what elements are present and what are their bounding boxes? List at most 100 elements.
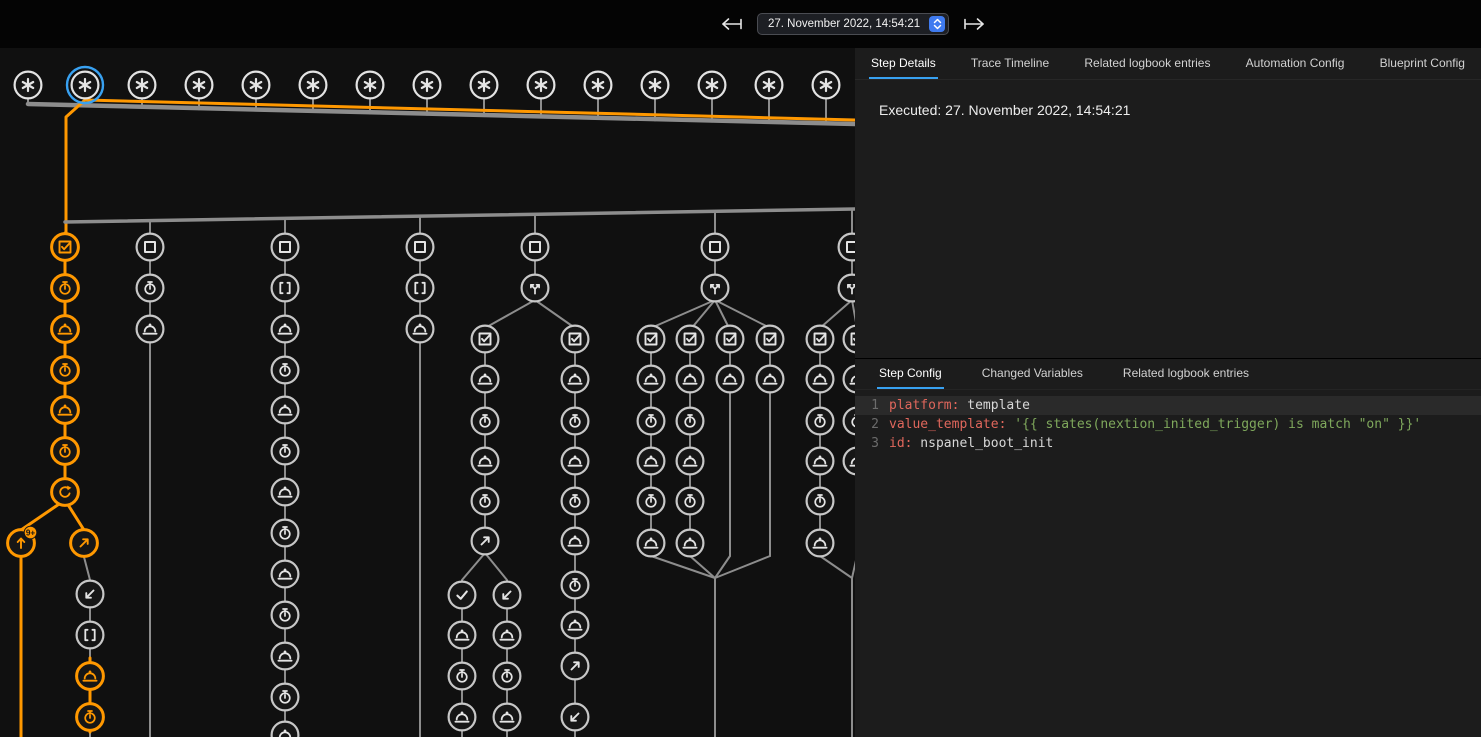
trigger-asterisk-node[interactable] (528, 72, 555, 99)
delay-node[interactable] (52, 438, 79, 465)
service-node[interactable] (807, 530, 834, 557)
yaml-editor[interactable]: 1platform: template2value_template: '{{ … (855, 396, 1481, 453)
condition-node[interactable] (844, 326, 855, 353)
brackets-node[interactable] (272, 275, 299, 302)
service-node[interactable] (272, 561, 299, 588)
service-node[interactable] (677, 366, 704, 393)
trigger-asterisk-node[interactable] (357, 72, 384, 99)
trigger-asterisk-node[interactable] (471, 72, 498, 99)
tab-step-details[interactable]: Step Details (869, 56, 938, 79)
trace-graph[interactable]: 9+ (0, 0, 855, 737)
choose-node[interactable] (702, 275, 729, 302)
previous-run-button[interactable] (718, 13, 746, 35)
brackets-node[interactable] (407, 275, 434, 302)
delay-node[interactable] (272, 357, 299, 384)
code-line[interactable]: 1platform: template (855, 396, 1481, 415)
arrow-down-left-node[interactable] (494, 582, 521, 609)
delay-node[interactable] (494, 663, 521, 690)
condition-node[interactable] (52, 234, 79, 261)
arrow-down-left-node[interactable] (77, 581, 104, 608)
trigger-asterisk-node[interactable] (756, 72, 783, 99)
delay-node[interactable] (449, 663, 476, 690)
delay-node[interactable] (807, 488, 834, 515)
square-node[interactable] (272, 234, 299, 261)
arrow-up-right-node[interactable] (71, 530, 98, 557)
service-node[interactable] (472, 448, 499, 475)
trigger-asterisk-node[interactable] (15, 72, 42, 99)
square-node[interactable] (522, 234, 549, 261)
condition-node[interactable] (717, 326, 744, 353)
service-node[interactable] (844, 366, 855, 393)
condition-node[interactable] (807, 326, 834, 353)
arrow-up-right-node[interactable] (472, 528, 499, 555)
service-node[interactable] (562, 612, 589, 639)
service-node[interactable] (52, 316, 79, 343)
delay-node[interactable] (137, 275, 164, 302)
service-node[interactable] (807, 448, 834, 475)
tab-step-config[interactable]: Step Config (877, 366, 944, 389)
delay-node[interactable] (677, 488, 704, 515)
service-node[interactable] (272, 397, 299, 424)
condition-node[interactable] (562, 326, 589, 353)
tab-trace-timeline[interactable]: Trace Timeline (969, 56, 1051, 79)
service-node[interactable] (562, 448, 589, 475)
service-node[interactable] (472, 366, 499, 393)
trigger-asterisk-node[interactable] (585, 72, 612, 99)
arrow-down-left-node[interactable] (562, 704, 589, 731)
condition-node[interactable] (638, 326, 665, 353)
service-node[interactable] (807, 366, 834, 393)
trigger-asterisk-node[interactable] (414, 72, 441, 99)
delay-node[interactable] (562, 488, 589, 515)
service-node[interactable] (494, 622, 521, 649)
tab-changed-variables[interactable]: Changed Variables (980, 366, 1085, 389)
code-line[interactable]: 2value_template: '{{ states(nextion_init… (855, 415, 1481, 434)
service-node[interactable] (449, 704, 476, 731)
delay-node[interactable] (52, 275, 79, 302)
trigger-asterisk-node[interactable] (243, 72, 270, 99)
service-node[interactable] (272, 479, 299, 506)
service-node[interactable] (562, 366, 589, 393)
service-node[interactable] (638, 530, 665, 557)
delay-node[interactable] (77, 704, 104, 731)
delay-node[interactable] (52, 357, 79, 384)
check-node[interactable] (449, 582, 476, 609)
service-node[interactable] (677, 530, 704, 557)
square-node[interactable] (407, 234, 434, 261)
tab-automation-config[interactable]: Automation Config (1244, 56, 1347, 79)
trigger-asterisk-node[interactable] (300, 72, 327, 99)
service-node[interactable] (272, 722, 299, 737)
arrow-up-right-node[interactable] (562, 653, 589, 680)
condition-node[interactable] (472, 326, 499, 353)
square-node[interactable] (702, 234, 729, 261)
delay-node[interactable] (472, 488, 499, 515)
trigger-asterisk-node[interactable] (813, 72, 840, 99)
trigger-asterisk-node[interactable] (699, 72, 726, 99)
repeat-node[interactable] (52, 479, 79, 506)
square-node[interactable] (839, 234, 855, 261)
choose-node[interactable] (522, 275, 549, 302)
service-node[interactable] (638, 448, 665, 475)
condition-node[interactable] (757, 326, 784, 353)
service-node[interactable] (677, 448, 704, 475)
next-run-button[interactable] (960, 13, 988, 35)
service-node[interactable] (272, 643, 299, 670)
service-node[interactable] (137, 316, 164, 343)
trigger-asterisk-node[interactable] (642, 72, 669, 99)
trigger-asterisk-node[interactable] (129, 72, 156, 99)
delay-node[interactable] (272, 684, 299, 711)
service-node[interactable] (494, 704, 521, 731)
delay-node[interactable] (562, 572, 589, 599)
delay-node[interactable] (272, 602, 299, 629)
service-node[interactable] (407, 316, 434, 343)
delay-node[interactable] (272, 520, 299, 547)
brackets-node[interactable] (77, 622, 104, 649)
delay-node[interactable] (844, 408, 855, 435)
service-node[interactable] (757, 366, 784, 393)
run-selector[interactable]: 27. November 2022, 14:54:21 (757, 13, 949, 35)
arrow-up-node[interactable]: 9+ (8, 526, 37, 556)
delay-node[interactable] (272, 438, 299, 465)
tab-related-logbook-entries[interactable]: Related logbook entries (1082, 56, 1212, 79)
service-node[interactable] (272, 316, 299, 343)
choose-node[interactable] (839, 275, 855, 302)
condition-node[interactable] (677, 326, 704, 353)
